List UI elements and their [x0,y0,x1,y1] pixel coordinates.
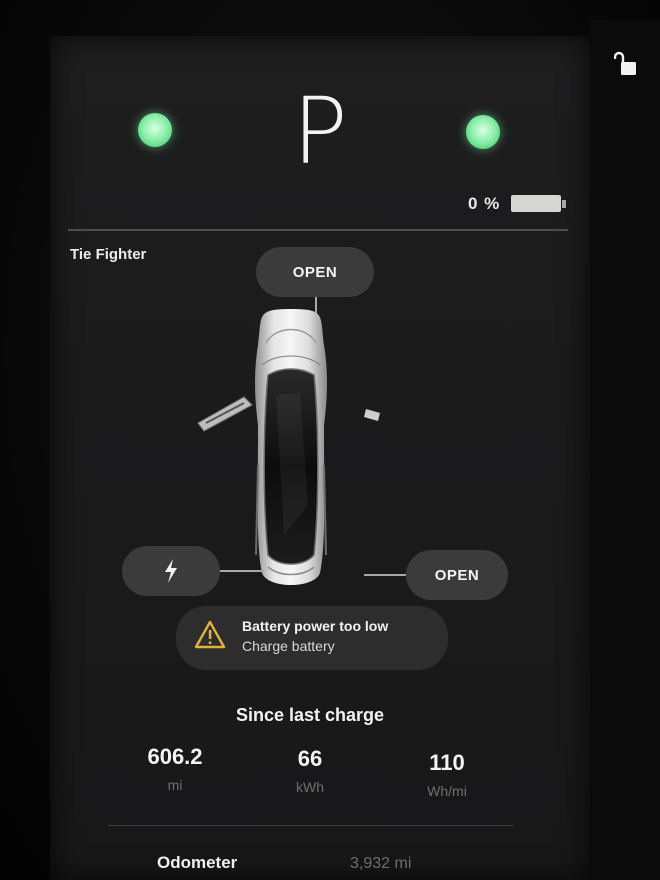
odometer-label: Odometer [157,853,238,872]
trunk-connector-line [364,574,406,576]
right-indicator-light [466,115,500,149]
battery-icon [511,195,561,212]
unlock-icon[interactable] [614,50,640,78]
trip-energy-unit: kWh [296,779,324,795]
trunk-open-button[interactable]: OPEN [406,550,508,600]
top-divider [68,229,568,231]
battery-percentage: 0 % [468,194,501,213]
vehicle-name: Tie Fighter [70,246,147,263]
odometer-value: 3,932 mi [350,855,412,872]
battery-terminal [562,200,566,208]
charge-port-connector-line [220,570,264,572]
alert-title: Battery power too low [242,618,389,634]
trip-efficiency-unit: Wh/mi [427,783,467,799]
gear-indicator: P [292,78,348,185]
trip-energy-stat: 66 kWh [250,746,370,795]
trip-distance-value: 606.2 [147,744,203,769]
charge-port-button[interactable] [122,546,220,596]
lightning-bolt-icon [165,559,177,583]
left-indicator-light [138,113,172,147]
trip-distance-stat: 606.2 mi [115,744,235,793]
side-panel [590,20,660,880]
trip-efficiency-stat: 110 Wh/mi [387,750,507,799]
battery-alert: Battery power too low Charge battery [176,606,448,670]
odometer-divider [108,825,514,826]
since-last-charge-title: Since last charge [235,705,385,725]
car-top-view [197,309,380,585]
trip-efficiency-value: 110 [429,750,465,775]
frunk-open-button[interactable]: OPEN [256,247,374,297]
trip-distance-unit: mi [167,777,183,793]
trip-energy-value: 66 [297,746,323,771]
warning-triangle-icon [194,620,226,649]
alert-subtitle: Charge battery [242,638,335,654]
